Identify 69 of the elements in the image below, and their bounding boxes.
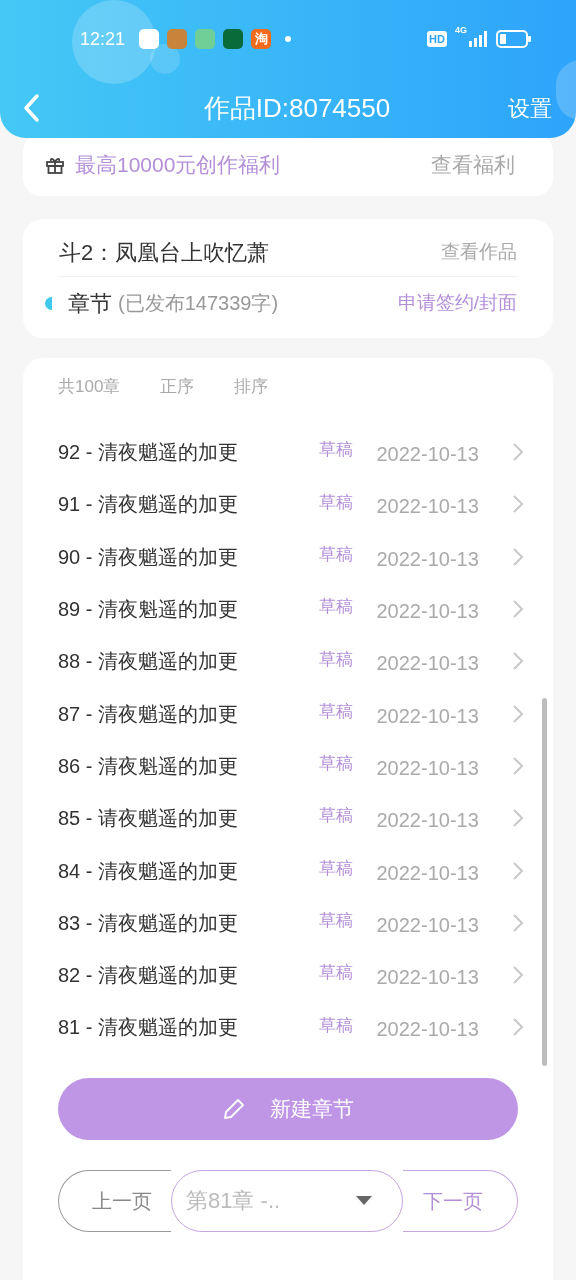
gift-icon bbox=[45, 155, 65, 175]
chapter-date: 2022-10-13 bbox=[376, 599, 480, 625]
status-tag: 草稿 bbox=[319, 646, 377, 673]
network-type: 4G bbox=[455, 24, 467, 37]
battery-icon bbox=[496, 30, 532, 48]
status-tag: 草稿 bbox=[319, 803, 377, 829]
status-tag: 草稿 bbox=[319, 698, 377, 725]
chapter-row[interactable]: 84 - 清夜魈遥的加更 草稿 2022-10-13 bbox=[58, 844, 525, 897]
dropdown-caret-icon bbox=[356, 1195, 372, 1206]
signal-icon bbox=[468, 30, 488, 48]
chevron-icon bbox=[511, 911, 525, 934]
chapter-title: 84 - 清夜魈遥的加更 bbox=[58, 858, 240, 884]
chapter-title: 85 - 请夜魈遥的加更 bbox=[58, 806, 240, 832]
chapter-row[interactable]: 88 - 清夜魈遥的加更 草稿 2022-10-13 bbox=[58, 635, 525, 688]
section-marker-icon bbox=[45, 296, 52, 310]
chapter-row[interactable]: 87 - 清夜魈遥的加更 草稿 2022-10-13 bbox=[58, 687, 525, 740]
page-title: 作品ID:8074550 bbox=[203, 91, 391, 125]
status-tag: 草稿 bbox=[319, 489, 377, 516]
chapter-title: 91 - 清夜魈遥的加更 bbox=[58, 492, 240, 518]
chapter-count: 共100章 bbox=[58, 376, 121, 399]
chapter-row[interactable]: 86 - 清夜魁遥的加更 草稿 2022-10-13 bbox=[58, 739, 525, 793]
chapter-title: 88 - 清夜魈遥的加更 bbox=[58, 649, 240, 675]
chapter-row[interactable]: 90 - 清夜魈遥的加更 草稿 2022-10-13 bbox=[58, 530, 525, 583]
status-time: 12:21 bbox=[80, 27, 126, 51]
chapter-title: 83 - 清夜魈遥的加更 bbox=[58, 910, 240, 936]
chapter-date: 2022-10-13 bbox=[376, 755, 480, 781]
chapter-row[interactable]: 89 - 清夜魁遥的加更 草稿 2022-10-13 bbox=[58, 582, 525, 636]
chapter-title: 86 - 清夜魁遥的加更 bbox=[58, 753, 240, 779]
status-tag: 草稿 bbox=[319, 594, 377, 620]
status-tag: 草稿 bbox=[319, 908, 377, 934]
chapter-date: 2022-10-13 bbox=[376, 494, 480, 520]
chapter-date: 2022-10-13 bbox=[376, 703, 480, 729]
chapter-date: 2022-10-13 bbox=[376, 912, 480, 938]
status-tag: 草稿 bbox=[319, 542, 377, 568]
chapter-date: 2022-10-13 bbox=[376, 1017, 480, 1043]
chapter-row[interactable]: 85 - 请夜魈遥的加更 草稿 2022-10-13 bbox=[58, 792, 525, 845]
chevron-icon bbox=[511, 859, 525, 882]
promo-text: 最高10000元创作福利 bbox=[75, 152, 282, 179]
hd-badge: HD bbox=[427, 30, 447, 48]
pencil-icon bbox=[222, 1096, 246, 1121]
chapter-title: 87 - 清夜魈遥的加更 bbox=[58, 701, 240, 727]
work-title: 斗2：凤凰台上吹忆萧 bbox=[59, 239, 270, 267]
status-tag: 草稿 bbox=[319, 437, 377, 463]
chapter-title: 82 - 清夜魈遥的加更 bbox=[58, 963, 240, 989]
chapter-row[interactable]: 82 - 清夜魈遥的加更 草稿 2022-10-13 bbox=[58, 948, 525, 1002]
chapter-date: 2022-10-13 bbox=[376, 860, 480, 886]
chevron-icon bbox=[511, 545, 525, 568]
status-tag: 草稿 bbox=[319, 1012, 377, 1039]
chapter-title: 81 - 清夜魈遥的加更 bbox=[58, 1015, 240, 1041]
chapter-row[interactable]: 81 - 清夜魈遥的加更 草稿 2022-10-13 bbox=[58, 1001, 525, 1054]
chapter-row[interactable]: 83 - 清夜魈遥的加更 草稿 2022-10-13 bbox=[58, 896, 525, 949]
chapter-title: 90 - 清夜魈遥的加更 bbox=[58, 544, 240, 570]
chapter-row[interactable]: 91 - 清夜魈遥的加更 草稿 2022-10-13 bbox=[58, 478, 525, 531]
chapter-row[interactable]: 92 - 清夜魈遥的加更 草稿 2022-10-13 bbox=[58, 426, 525, 479]
chapter-date: 2022-10-13 bbox=[376, 546, 480, 572]
chevron-icon bbox=[511, 702, 525, 725]
chevron-icon bbox=[511, 754, 525, 777]
published-count: (已发布147339字) bbox=[118, 291, 280, 316]
status-tag: 草稿 bbox=[319, 855, 377, 882]
chapter-date: 2022-10-13 bbox=[376, 442, 480, 468]
chapter-date: 2022-10-13 bbox=[376, 965, 480, 991]
chapter-date: 2022-10-13 bbox=[376, 651, 480, 677]
status-tag: 草稿 bbox=[319, 751, 377, 777]
section-title: 章节 bbox=[68, 289, 112, 318]
chapter-title: 92 - 清夜魈遥的加更 bbox=[58, 440, 240, 466]
status-tag: 草稿 bbox=[319, 960, 377, 986]
app-notification-icon: 淘 bbox=[251, 29, 272, 49]
chapter-title: 89 - 清夜魁遥的加更 bbox=[58, 597, 240, 623]
chapter-date: 2022-10-13 bbox=[376, 808, 480, 834]
